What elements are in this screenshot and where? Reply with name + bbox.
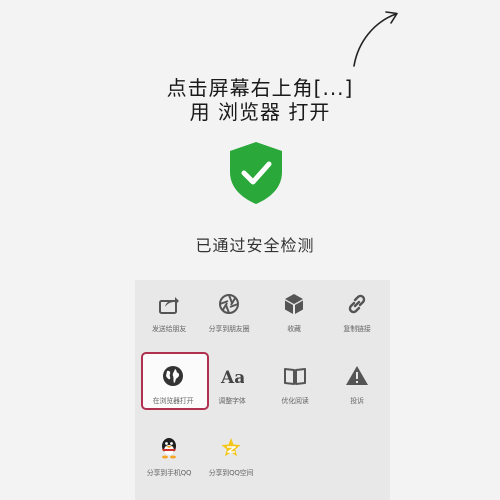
qzone-star-icon [221, 438, 241, 457]
qq-penguin-icon [162, 438, 176, 459]
instruction-line-2: 用 浏览器 打开 [189, 100, 331, 124]
share-icon [159, 297, 179, 314]
optimize-reading-button[interactable]: 优化阅读 [262, 364, 328, 424]
share-to-qzone-label: 分享到QQ空间 [208, 469, 254, 477]
copy-link-label: 复制链接 [343, 325, 371, 333]
favorite-button[interactable]: 收藏 [261, 292, 327, 352]
open-in-browser-label: 在浏览器打开 [152, 397, 194, 405]
warning-icon [346, 366, 368, 385]
report-button[interactable]: 投诉 [324, 364, 390, 424]
pointer-arrow-icon [353, 11, 398, 67]
security-check-status: 已通过安全检测 [195, 236, 315, 255]
moments-icon [219, 294, 239, 314]
optimize-reading-label: 优化阅读 [281, 397, 309, 405]
share-moments-button[interactable]: 分享到朋友圈 [196, 292, 262, 352]
book-icon [284, 368, 306, 385]
send-to-friend-button[interactable]: 发送给朋友 [136, 292, 202, 352]
cube-icon [285, 294, 303, 314]
favorite-label: 收藏 [287, 325, 301, 333]
link-icon [348, 294, 366, 314]
report-label: 投诉 [350, 397, 364, 405]
adjust-font-button[interactable]: Aa 调整字体 [199, 364, 265, 424]
globe-icon [163, 366, 183, 386]
instruction-line-1: 点击屏幕右上角[...] [166, 76, 354, 100]
share-moments-label: 分享到朋友圈 [208, 325, 250, 333]
share-to-qzone-button[interactable]: 分享到QQ空间 [198, 436, 264, 496]
share-to-qq-button[interactable]: 分享到手机QQ [136, 436, 202, 496]
font-size-icon: Aa [220, 368, 244, 388]
svg-text:Aa: Aa [220, 368, 244, 388]
open-in-browser-button[interactable]: 在浏览器打开 [140, 364, 206, 424]
send-to-friend-label: 发送给朋友 [152, 325, 186, 333]
share-to-qq-label: 分享到手机QQ [146, 469, 192, 477]
security-shield-icon [230, 142, 282, 204]
adjust-font-label: 调整字体 [218, 397, 246, 405]
copy-link-button[interactable]: 复制链接 [324, 292, 390, 352]
